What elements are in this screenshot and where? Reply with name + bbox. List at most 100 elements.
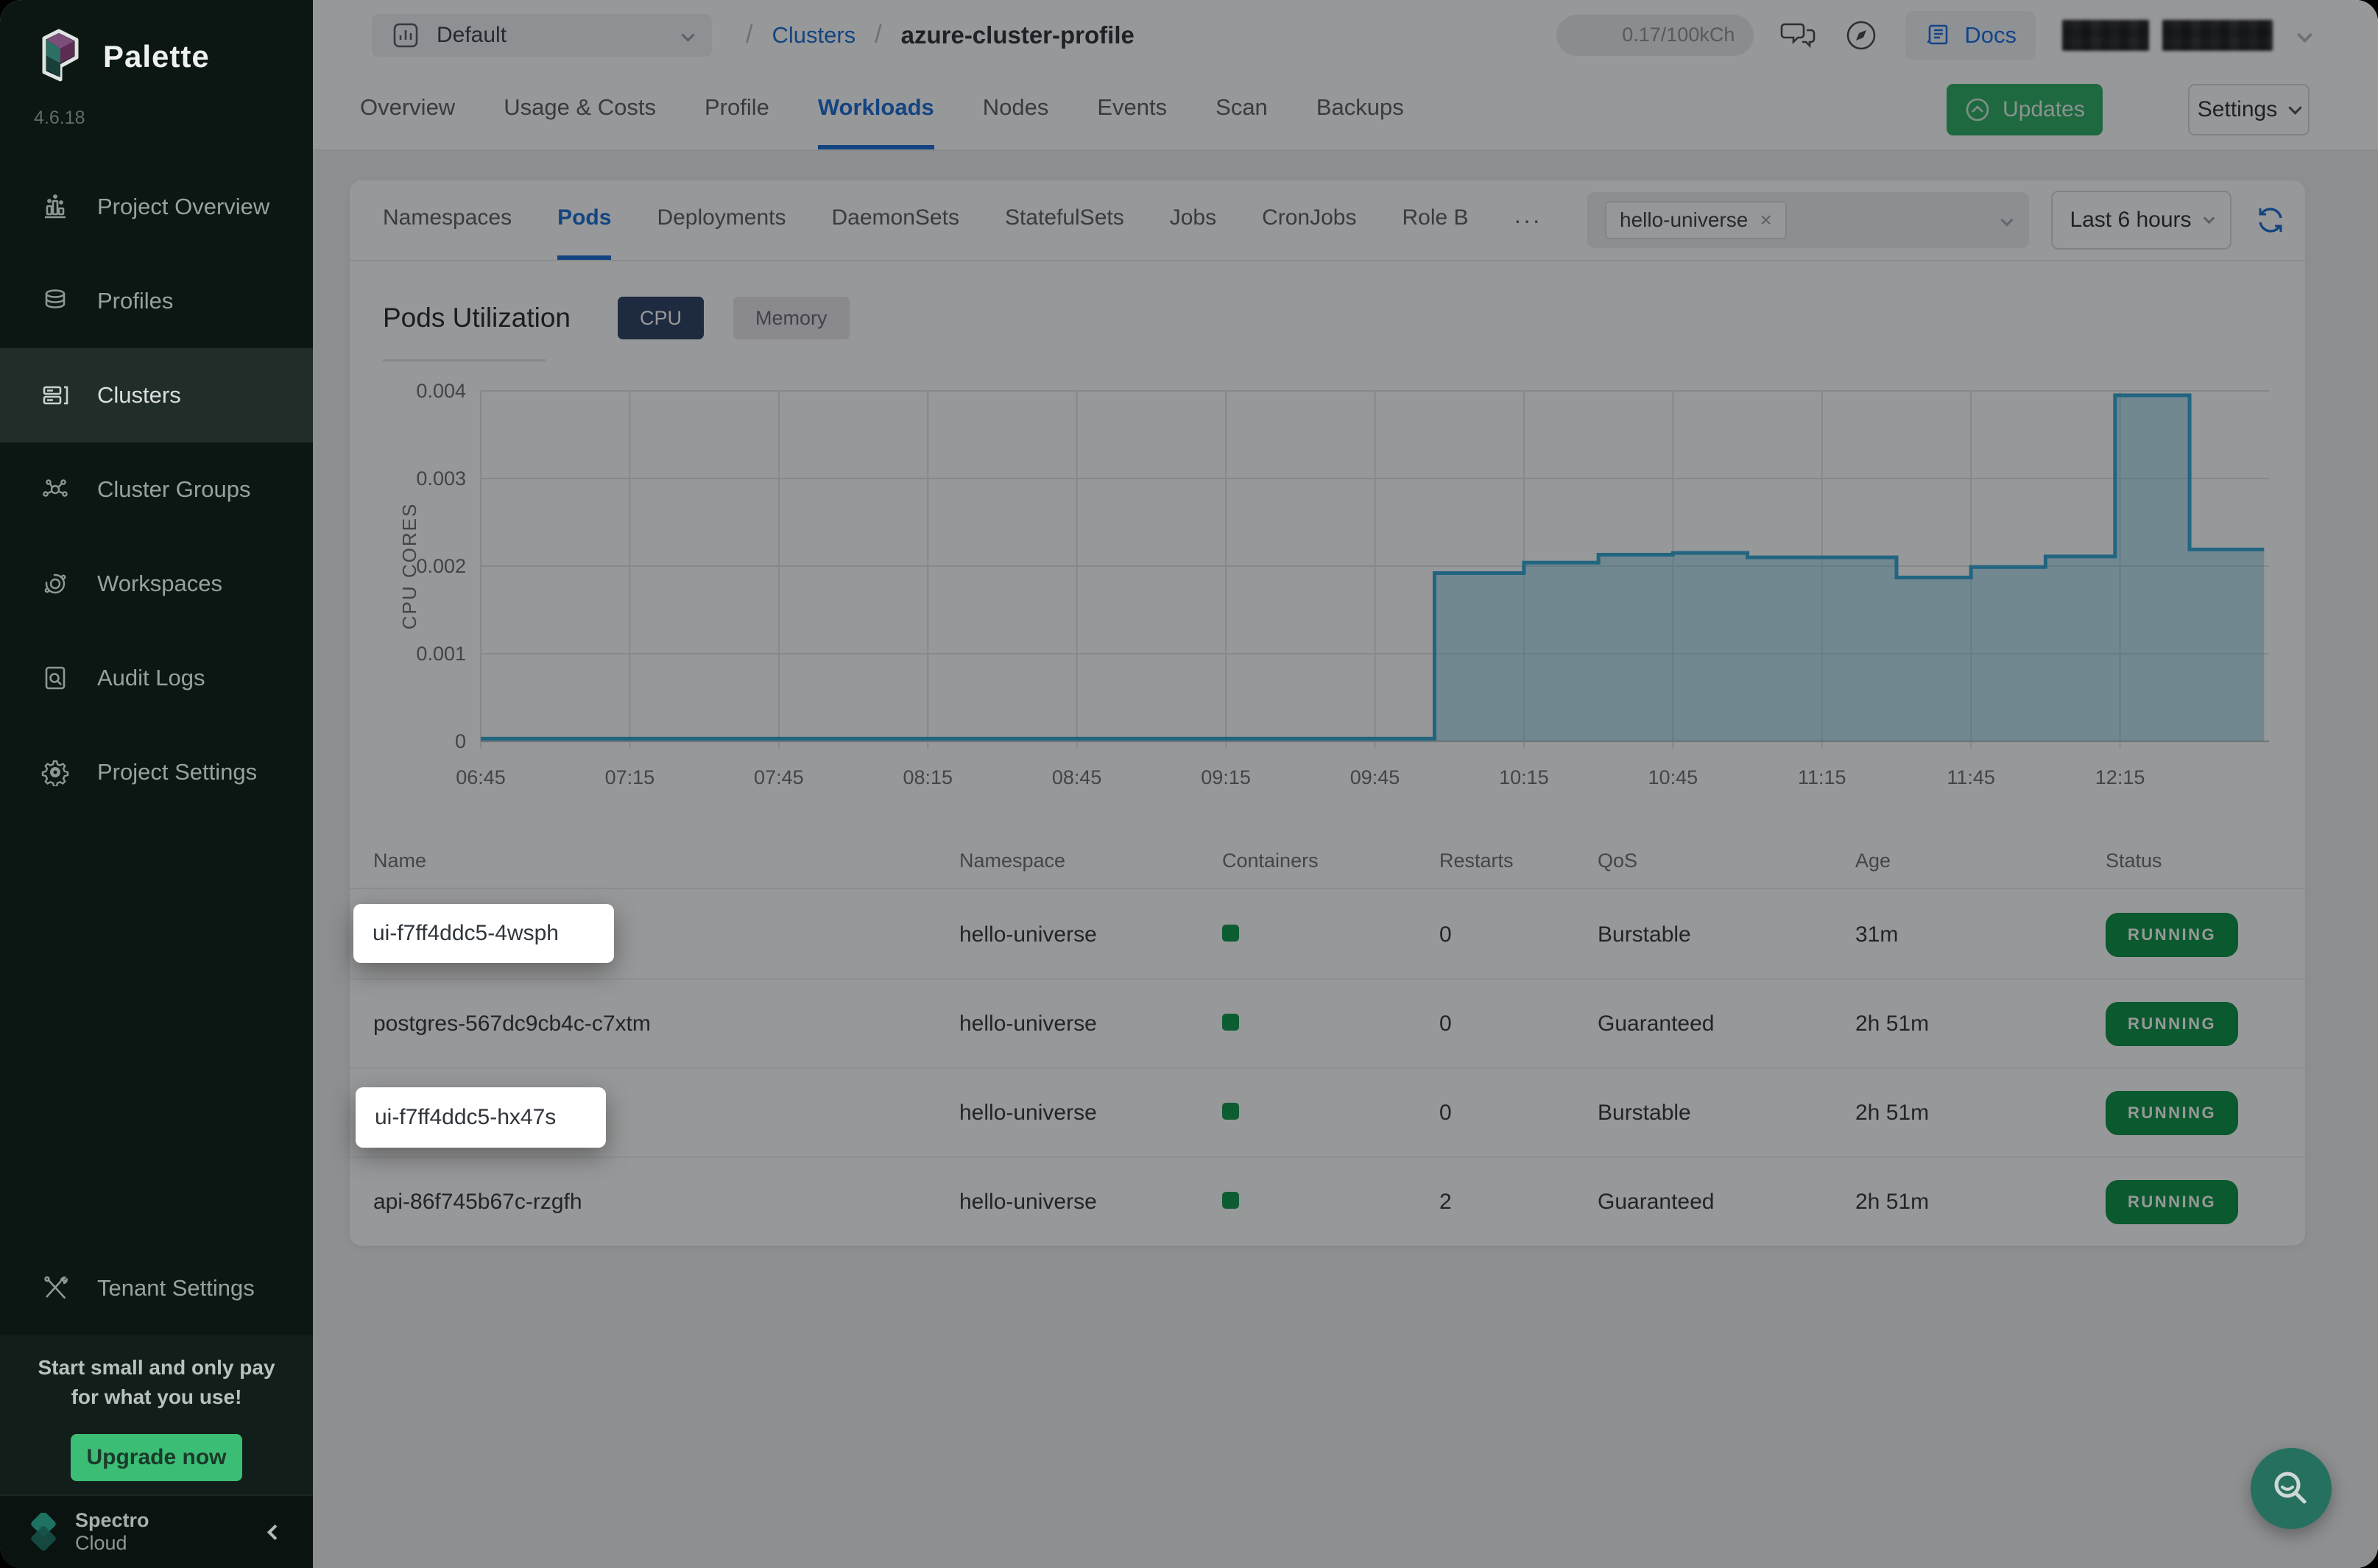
subtabs-overflow-button[interactable]: ···	[1514, 207, 1542, 234]
tab-scan[interactable]: Scan	[1216, 70, 1268, 149]
docs-button[interactable]: Docs	[1905, 11, 2036, 60]
pod-restarts: 2	[1439, 1190, 1598, 1215]
pod-age: 2h 51m	[1855, 1190, 2106, 1215]
sidebar-item-profiles[interactable]: Profiles	[0, 254, 313, 348]
sidebar-item-audit-logs[interactable]: Audit Logs	[0, 631, 313, 725]
remove-tag-icon[interactable]: ×	[1760, 208, 1771, 232]
brand-name: Palette	[103, 39, 210, 74]
table-row[interactable]: ui-f7ff4ddc5-4wsph hello-universe 0 Burs…	[350, 891, 2305, 980]
sidebar-item-cluster-groups[interactable]: Cluster Groups	[0, 442, 313, 537]
table-row[interactable]: api-86f745b67c-rzgfh hello-universe 2 Gu…	[350, 1158, 2305, 1246]
breadcrumb-clusters-link[interactable]: Clusters	[772, 22, 855, 49]
promo-text: Start small and only pay for what you us…	[0, 1353, 313, 1412]
updates-button[interactable]: Updates	[1947, 84, 2103, 135]
highlighted-pod-name-1[interactable]: ui-f7ff4ddc5-4wsph	[353, 904, 614, 963]
subtab-cronjobs[interactable]: CronJobs	[1262, 180, 1356, 260]
sidebar-item-project-overview[interactable]: Project Overview	[0, 160, 313, 254]
sidebar-item-clusters[interactable]: Clusters	[0, 348, 313, 442]
subtab-role-bindings[interactable]: Role Bindings	[1403, 180, 1469, 260]
pod-age: 2h 51m	[1855, 1011, 2106, 1036]
sidebar-item-label: Profiles	[97, 288, 173, 314]
circled-chevron-up-icon	[1964, 96, 1991, 123]
servers-icon	[41, 381, 69, 409]
col-name: Name	[373, 850, 959, 872]
sidebar-item-label: Clusters	[97, 382, 181, 409]
section-title: Pods Utilization	[383, 303, 571, 333]
network-icon	[41, 476, 69, 504]
pod-qos: Guaranteed	[1598, 1190, 1855, 1215]
svg-text:0.001: 0.001	[416, 643, 466, 665]
container-status-square	[1222, 925, 1239, 942]
sidebar-item-project-settings[interactable]: Project Settings	[0, 725, 313, 819]
sidebar-item-label: Cluster Groups	[97, 476, 250, 503]
chevron-down-icon	[2203, 213, 2215, 225]
refresh-icon	[2254, 203, 2287, 237]
memory-toggle-button[interactable]: Memory	[733, 297, 850, 339]
sidebar-item-label: Audit Logs	[97, 665, 205, 691]
topbar-right-group: 0.17/100kCh Docs	[1556, 11, 2310, 60]
time-range-select[interactable]: Last 6 hours	[2051, 191, 2231, 250]
upgrade-now-button[interactable]: Upgrade now	[71, 1434, 242, 1481]
search-fab-button[interactable]	[2251, 1448, 2332, 1529]
highlighted-pod-name-2[interactable]: ui-f7ff4ddc5-hx47s	[356, 1087, 606, 1148]
subtab-pods[interactable]: Pods	[557, 180, 611, 260]
table-row[interactable]: ui-f7ff4ddc5-hx47s hello-universe 0 Burs…	[350, 1069, 2305, 1158]
pod-name: postgres-567dc9cb4c-c7xtm	[373, 1011, 959, 1036]
palette-logo-icon	[37, 28, 84, 85]
pod-qos: Burstable	[1598, 1101, 1855, 1126]
svg-text:07:15: 07:15	[605, 766, 655, 788]
subtab-daemonsets[interactable]: DaemonSets	[832, 180, 959, 260]
subtab-statefulsets[interactable]: StatefulSets	[1005, 180, 1124, 260]
tab-overview[interactable]: Overview	[360, 70, 455, 149]
status-badge: RUNNING	[2106, 1091, 2238, 1135]
compass-icon	[1844, 18, 1879, 53]
project-selector[interactable]: Default	[372, 14, 712, 57]
settings-button[interactable]: Settings	[2188, 84, 2310, 135]
col-qos: QoS	[1598, 850, 1855, 872]
explore-compass-button[interactable]	[1844, 18, 1879, 53]
sidebar-footer: Spectro Cloud	[0, 1494, 313, 1568]
sidebar-item-label: Project Overview	[97, 194, 269, 220]
container-status-square	[1222, 1103, 1239, 1120]
workload-subtabs: Namespaces Pods Deployments DaemonSets S…	[350, 180, 2305, 261]
pod-namespace: hello-universe	[959, 1011, 1222, 1036]
svg-text:06:45: 06:45	[456, 766, 506, 788]
tab-workloads[interactable]: Workloads	[818, 70, 934, 149]
sidebar-item-tenant-settings[interactable]: Tenant Settings	[0, 1241, 313, 1335]
feedback-chat-button[interactable]	[1780, 18, 1817, 52]
cpu-toggle-button[interactable]: CPU	[618, 297, 704, 339]
app-version: 4.6.18	[0, 85, 313, 129]
top-header: Default / Clusters / azure-cluster-profi…	[313, 0, 2378, 70]
sidebar-nav: Project Overview Profiles Clusters Clust…	[0, 160, 313, 819]
container-status-square	[1222, 1192, 1239, 1209]
refresh-button[interactable]	[2254, 203, 2287, 237]
svg-text:09:45: 09:45	[1350, 766, 1400, 788]
pods-table-body: ui-f7ff4ddc5-4wsph hello-universe 0 Burs…	[350, 891, 2305, 1246]
brand-logo-row: Palette	[0, 0, 313, 85]
project-selected-label: Default	[437, 23, 507, 48]
sidebar-item-workspaces[interactable]: Workspaces	[0, 537, 313, 631]
svg-text:0.002: 0.002	[416, 555, 466, 577]
svg-text:0: 0	[455, 730, 466, 752]
namespace-filter-select[interactable]: hello-universe ×	[1587, 192, 2029, 248]
collapse-sidebar-icon[interactable]	[267, 1524, 283, 1539]
subtab-namespaces[interactable]: Namespaces	[383, 180, 512, 260]
svg-text:10:45: 10:45	[1648, 766, 1698, 788]
cpu-utilization-chart: 00.0010.0020.0030.00406:4507:1507:4508:1…	[394, 364, 2279, 796]
subtab-jobs[interactable]: Jobs	[1170, 180, 1216, 260]
table-row[interactable]: postgres-567dc9cb4c-c7xtm hello-universe…	[350, 980, 2305, 1069]
tab-usage-costs[interactable]: Usage & Costs	[504, 70, 656, 149]
user-menu-chevron-icon[interactable]	[2297, 27, 2312, 43]
upgrade-promo-panel: Start small and only pay for what you us…	[0, 1335, 313, 1494]
subtab-deployments[interactable]: Deployments	[657, 180, 786, 260]
tab-events[interactable]: Events	[1097, 70, 1167, 149]
col-restarts: Restarts	[1439, 850, 1598, 872]
svg-text:08:45: 08:45	[1052, 766, 1102, 788]
sidebar: Palette 4.6.18 Project Overview Profiles	[0, 0, 313, 1568]
tab-backups[interactable]: Backups	[1316, 70, 1404, 149]
tab-nodes[interactable]: Nodes	[983, 70, 1049, 149]
status-badge: RUNNING	[2106, 913, 2238, 957]
breadcrumb-separator: /	[746, 21, 752, 49]
sidebar-spacer	[0, 819, 313, 1241]
tab-profile[interactable]: Profile	[705, 70, 769, 149]
